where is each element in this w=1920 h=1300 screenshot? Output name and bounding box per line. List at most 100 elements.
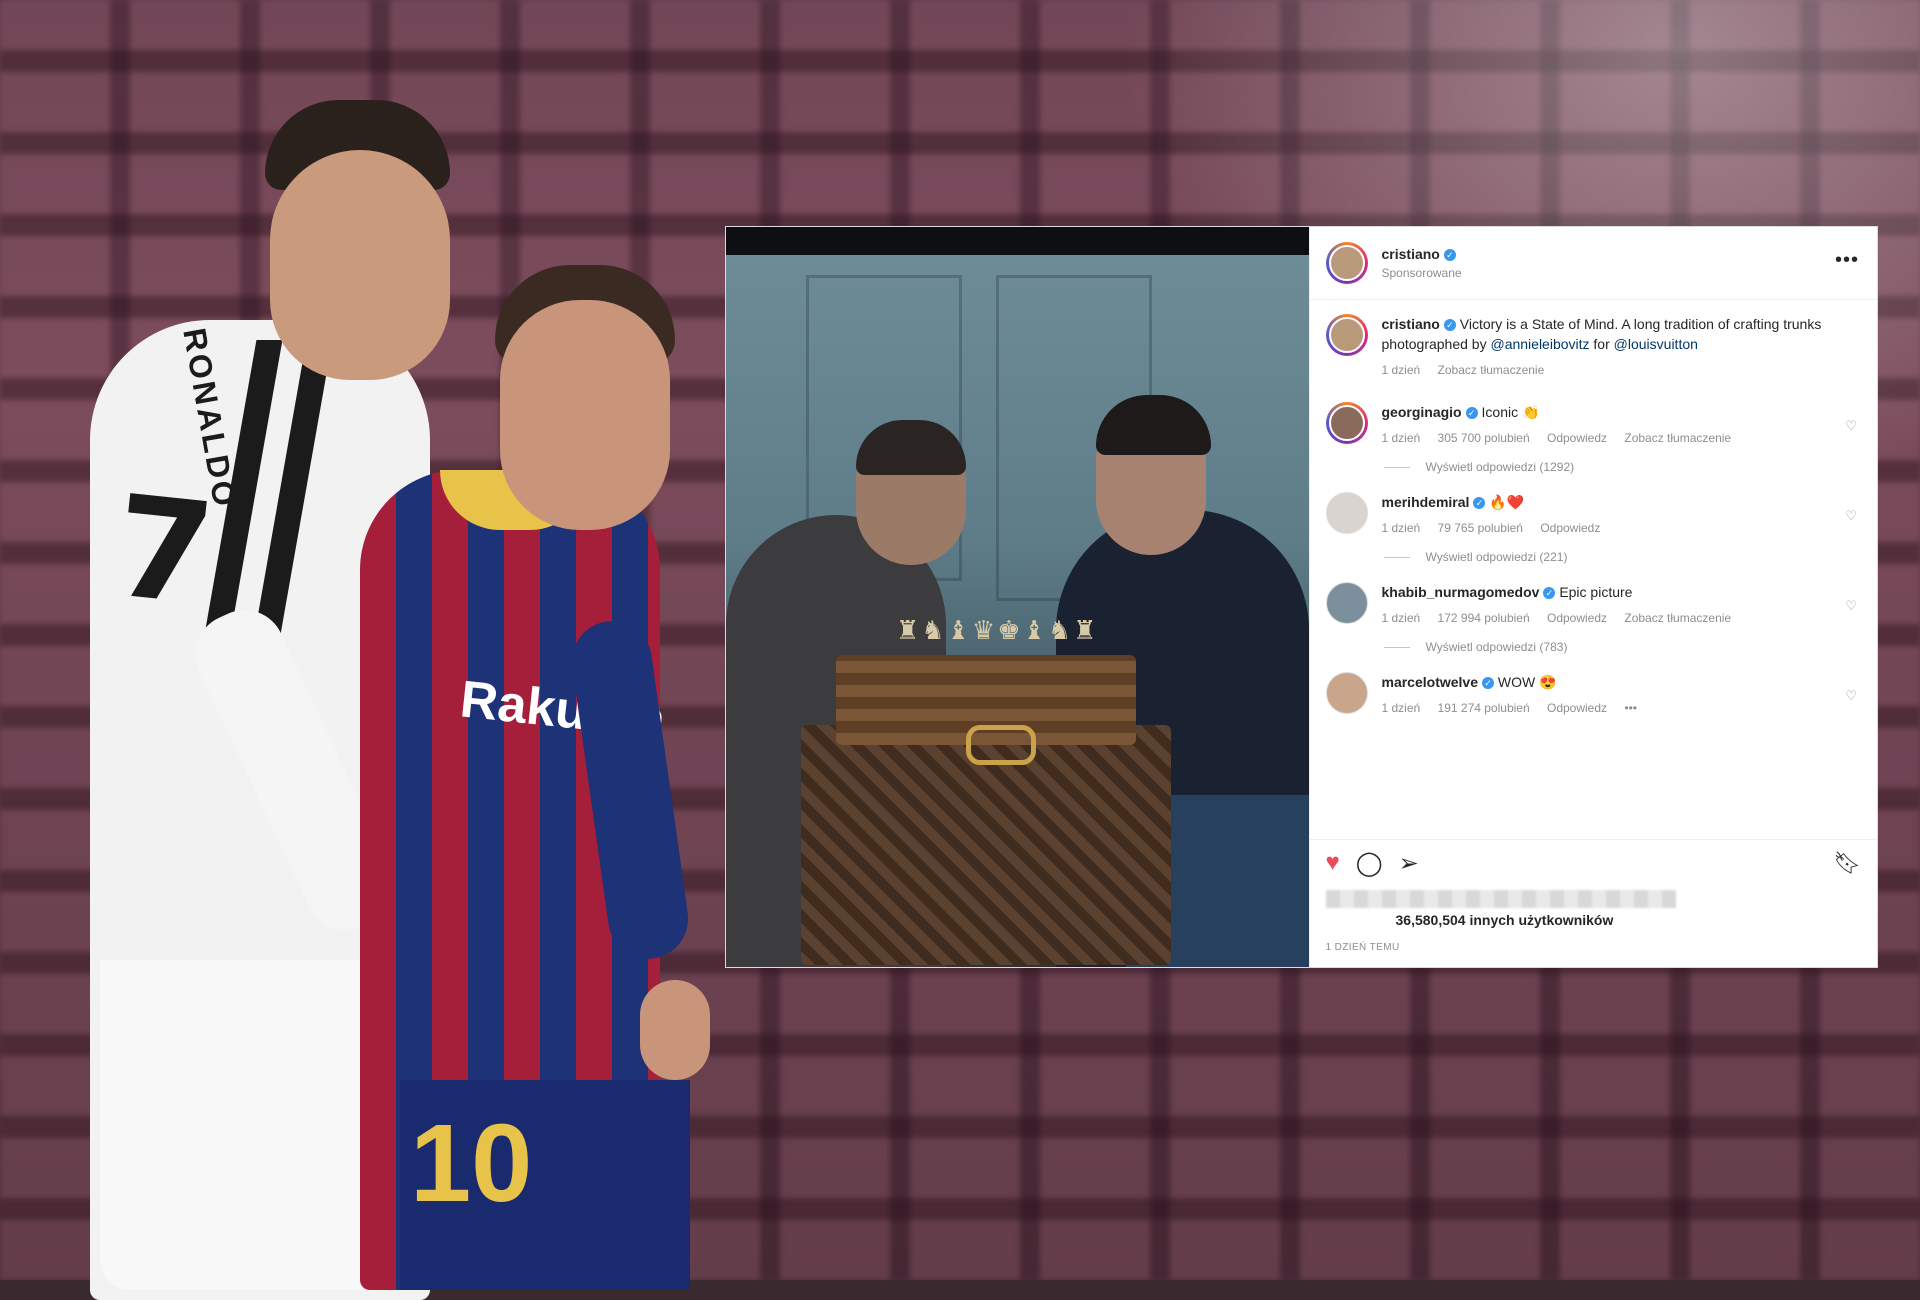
share-icon[interactable]: ➢: [1399, 849, 1419, 878]
chess-scene: ♜♞♝♛♚♝♞♜: [726, 255, 1309, 967]
bookmark-icon[interactable]: 🔖︎: [1833, 850, 1861, 876]
comment-item: khabib_nurmagomedov ✓ Epic picture 1 dzie…: [1325, 582, 1862, 628]
comment-body: 🔥❤️: [1489, 494, 1525, 510]
verified-badge-icon: ✓: [1482, 677, 1494, 690]
post-sidebar: cristiano ✓ Sponsorowane ••• cristiano ✓ V…: [1308, 227, 1878, 967]
avatar-image: [1328, 245, 1365, 281]
like-comment-icon[interactable]: ♡: [1845, 508, 1857, 524]
reply-button[interactable]: Odpowiedz: [1547, 611, 1607, 625]
view-replies-button[interactable]: Wyświetl odpowiedzi (783): [1383, 640, 1862, 654]
chess-pieces: ♜♞♝♛♚♝♞♜: [896, 615, 1099, 645]
translate-link[interactable]: Zobacz tłumaczenie: [1624, 431, 1731, 445]
instagram-post-card: ♜♞♝♛♚♝♞♜ cristiano ✓ Sponsorowane ••• cri…: [726, 227, 1877, 967]
avatar[interactable]: [1325, 492, 1368, 534]
comment-username[interactable]: merihdemiral: [1382, 494, 1470, 510]
caption-meta: 1 dzień Zobacz tłumaczenie: [1382, 360, 1822, 380]
reply-button[interactable]: Odpowiedz: [1540, 521, 1600, 535]
replies-line: [1383, 646, 1410, 648]
post-actions: ♥ ◯ ➢ 🔖︎: [1309, 839, 1877, 886]
comment-text: merihdemiral ✓ 🔥❤️ 1 dzień 79 765 polubie…: [1382, 492, 1822, 538]
verified-badge-icon: ✓: [1443, 319, 1456, 332]
comment-likes[interactable]: 305 700 polubień: [1438, 431, 1530, 445]
caption-username[interactable]: cristiano: [1382, 316, 1440, 332]
avatar[interactable]: [1325, 242, 1368, 284]
case-handle: [966, 725, 1036, 765]
translate-link[interactable]: Zobacz tłumaczenie: [1438, 363, 1545, 377]
avatar-image: [1325, 672, 1368, 714]
replies-line: [1383, 556, 1410, 558]
blurred-likers: [1325, 890, 1676, 908]
avatar[interactable]: [1325, 314, 1368, 356]
view-replies-button[interactable]: Wyświetl odpowiedzi (221): [1383, 550, 1862, 564]
comment-meta: 1 dzień 172 994 polubień Odpowiedz Zobac…: [1382, 608, 1822, 628]
comment-text: marcelotwelve ✓ WOW 😍 1 dzień 191 274 pol…: [1382, 672, 1822, 718]
translate-link[interactable]: Zobacz tłumaczenie: [1624, 611, 1731, 625]
comment-time[interactable]: 1 dzień: [1382, 363, 1421, 377]
post-timestamp[interactable]: 1 DZIEŃ TEMU: [1310, 942, 1878, 967]
verified-badge-icon: ✓: [1443, 248, 1456, 261]
reply-button[interactable]: Odpowiedz: [1547, 431, 1607, 445]
player-left-head: [270, 150, 450, 380]
comment-item: georginagio ✓ Iconic 👏 1 dzień 305 700 po…: [1325, 402, 1862, 448]
comment-time[interactable]: 1 dzień: [1382, 521, 1421, 535]
player-right-head: [500, 300, 670, 530]
comment-icon[interactable]: ◯: [1356, 849, 1383, 878]
comment-time[interactable]: 1 dzień: [1382, 611, 1421, 625]
more-icon[interactable]: •••: [1835, 249, 1859, 272]
comment-time[interactable]: 1 dzień: [1382, 701, 1421, 715]
comment-body: Iconic 👏: [1481, 404, 1540, 420]
comment-text: khabib_nurmagomedov ✓ Epic picture 1 dzie…: [1382, 582, 1822, 628]
verified-badge-icon: ✓: [1473, 497, 1486, 510]
comment-username[interactable]: georginagio: [1382, 404, 1462, 420]
avatar-image: [1325, 492, 1368, 534]
player-right-hand: [640, 980, 710, 1080]
view-replies-label: Wyświetl odpowiedzi (783): [1425, 640, 1568, 654]
comment-item: merihdemiral ✓ 🔥❤️ 1 dzień 79 765 polubie…: [1325, 492, 1862, 538]
comment-likes[interactable]: 172 994 polubień: [1438, 611, 1530, 625]
avatar[interactable]: [1325, 402, 1368, 444]
comment-options-icon[interactable]: •••: [1624, 701, 1637, 715]
view-replies-label: Wyświetl odpowiedzi (1292): [1425, 460, 1575, 474]
comment-likes[interactable]: 191 274 polubień: [1438, 701, 1530, 715]
post-photo[interactable]: ♜♞♝♛♚♝♞♜: [726, 227, 1309, 967]
avatar-image: [1325, 582, 1368, 624]
post-username[interactable]: cristiano: [1382, 246, 1440, 262]
like-comment-icon[interactable]: ♡: [1845, 598, 1857, 614]
mention-link[interactable]: @annieleibovitz: [1490, 336, 1589, 352]
verified-badge-icon: ✓: [1543, 587, 1556, 600]
post-header: cristiano ✓ Sponsorowane •••: [1309, 227, 1877, 300]
avatar[interactable]: [1325, 582, 1368, 624]
caption-body-mid: for: [1589, 336, 1614, 352]
likes-summary: 36,580,504 innych użytkowników: [1310, 886, 1878, 942]
avatar-image: [1328, 405, 1365, 441]
post-header-text: cristiano ✓ Sponsorowane: [1382, 246, 1462, 280]
avatar[interactable]: [1325, 672, 1368, 714]
comment-username[interactable]: khabib_nurmagomedov: [1382, 584, 1540, 600]
player-left-number: 7: [106, 465, 221, 638]
reply-button[interactable]: Odpowiedz: [1547, 701, 1607, 715]
player-right-number: 10: [410, 1102, 533, 1225]
comments-list: cristiano ✓ Victory is a State of Mind. A…: [1310, 300, 1878, 839]
likes-count[interactable]: 36,580,504 innych użytkowników: [1396, 912, 1614, 928]
comment-item: marcelotwelve ✓ WOW 😍 1 dzień 191 274 pol…: [1325, 672, 1862, 718]
comment-text: georginagio ✓ Iconic 👏 1 dzień 305 700 po…: [1382, 402, 1822, 448]
comment-username[interactable]: marcelotwelve: [1382, 674, 1479, 690]
caption: cristiano ✓ Victory is a State of Mind. A…: [1325, 314, 1862, 380]
view-replies-button[interactable]: Wyświetl odpowiedzi (1292): [1383, 460, 1862, 474]
like-comment-icon[interactable]: ♡: [1845, 418, 1857, 434]
like-comment-icon[interactable]: ♡: [1845, 688, 1857, 704]
mention-link[interactable]: @louisvuitton: [1614, 336, 1698, 352]
comment-likes[interactable]: 79 765 polubień: [1438, 521, 1523, 535]
verified-badge-icon: ✓: [1465, 407, 1478, 420]
comment-body: WOW 😍: [1497, 674, 1557, 690]
avatar-image: [1328, 317, 1365, 353]
comment-time[interactable]: 1 dzień: [1382, 431, 1421, 445]
comment-body: Epic picture: [1559, 584, 1633, 600]
like-heart-icon[interactable]: ♥: [1326, 849, 1340, 877]
caption-text: cristiano ✓ Victory is a State of Mind. A…: [1382, 314, 1822, 380]
sponsored-label: Sponsorowane: [1381, 266, 1462, 280]
comment-meta: 1 dzień 305 700 polubień Odpowiedz Zobac…: [1382, 428, 1822, 448]
replies-line: [1383, 466, 1410, 468]
view-replies-label: Wyświetl odpowiedzi (221): [1425, 550, 1568, 564]
comment-meta: 1 dzień 191 274 polubień Odpowiedz •••: [1382, 698, 1822, 718]
